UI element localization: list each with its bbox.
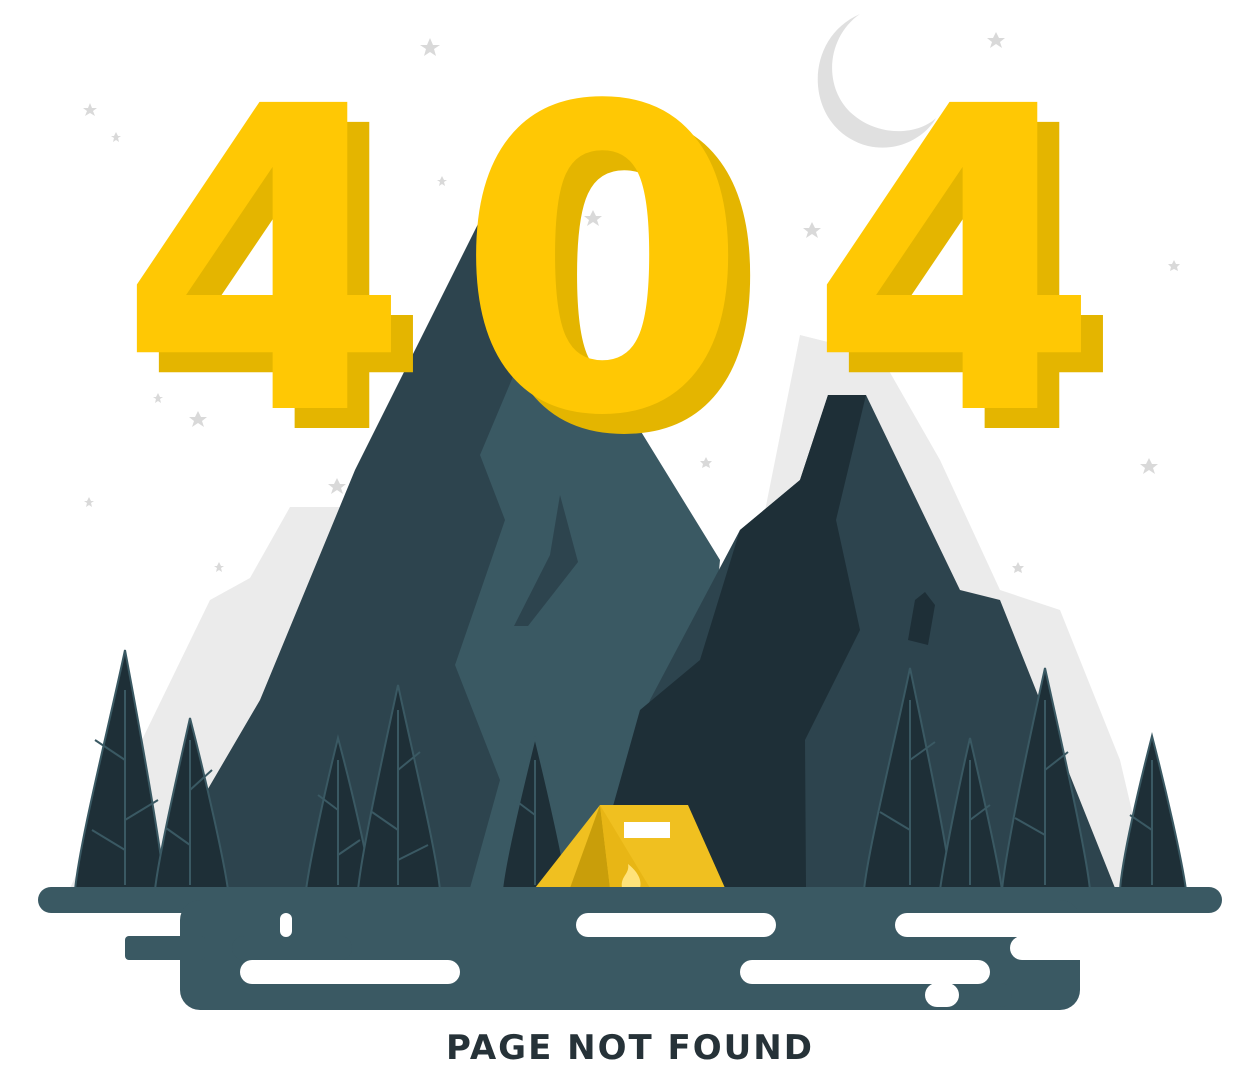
star <box>437 176 447 186</box>
star <box>83 103 97 116</box>
page-not-found-caption: PAGE NOT FOUND <box>446 1028 814 1068</box>
scene-svg: 4 0 4 4 0 4 <box>38 14 1222 1010</box>
star <box>1140 458 1158 474</box>
star <box>84 497 94 507</box>
star <box>1168 260 1180 271</box>
star <box>1012 562 1024 573</box>
digit-0: 0 <box>456 19 748 508</box>
error-code: 4 0 4 4 0 4 <box>118 19 1122 528</box>
not-found-illustration: 4 0 4 4 0 4 PAGE NOT FOUND <box>0 0 1260 1080</box>
digit-4-right: 4 <box>808 19 1100 508</box>
digit-4-left: 4 <box>118 19 410 508</box>
star <box>214 562 224 572</box>
